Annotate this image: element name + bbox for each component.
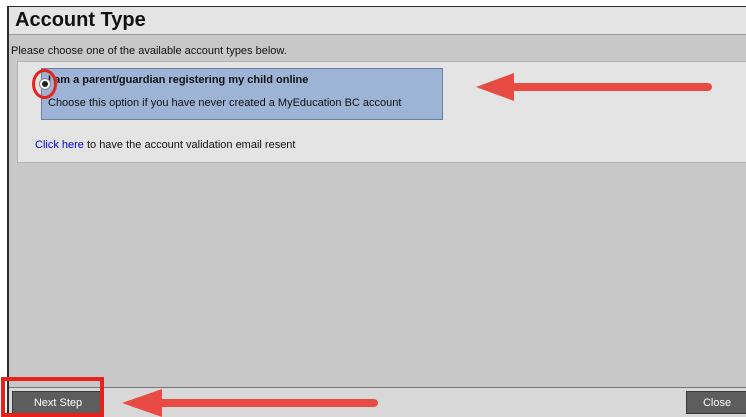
- option-radio-highlight[interactable]: [32, 69, 57, 99]
- next-step-highlight: [1, 377, 104, 417]
- option-description: Choose this option if you have never cre…: [48, 97, 402, 109]
- arrow-left-icon: [122, 389, 378, 417]
- option-title: I am a parent/guardian registering my ch…: [48, 74, 309, 86]
- close-button[interactable]: Close: [686, 391, 746, 414]
- instruction-text: Please choose one of the available accou…: [11, 45, 287, 57]
- radio-selected-icon: [39, 78, 51, 90]
- resend-email-text: to have the account validation email res…: [83, 139, 296, 151]
- account-option-parent[interactable]: I am a parent/guardian registering my ch…: [41, 68, 443, 120]
- arrow-left-icon: [476, 73, 712, 101]
- account-type-dialog: Account Type Please choose one of the av…: [7, 6, 746, 417]
- resend-email-line: Click here to have the account validatio…: [35, 139, 295, 151]
- dialog-title: Account Type: [15, 9, 146, 31]
- resend-email-link[interactable]: Click here: [35, 139, 84, 151]
- title-bar: Account Type: [9, 7, 746, 35]
